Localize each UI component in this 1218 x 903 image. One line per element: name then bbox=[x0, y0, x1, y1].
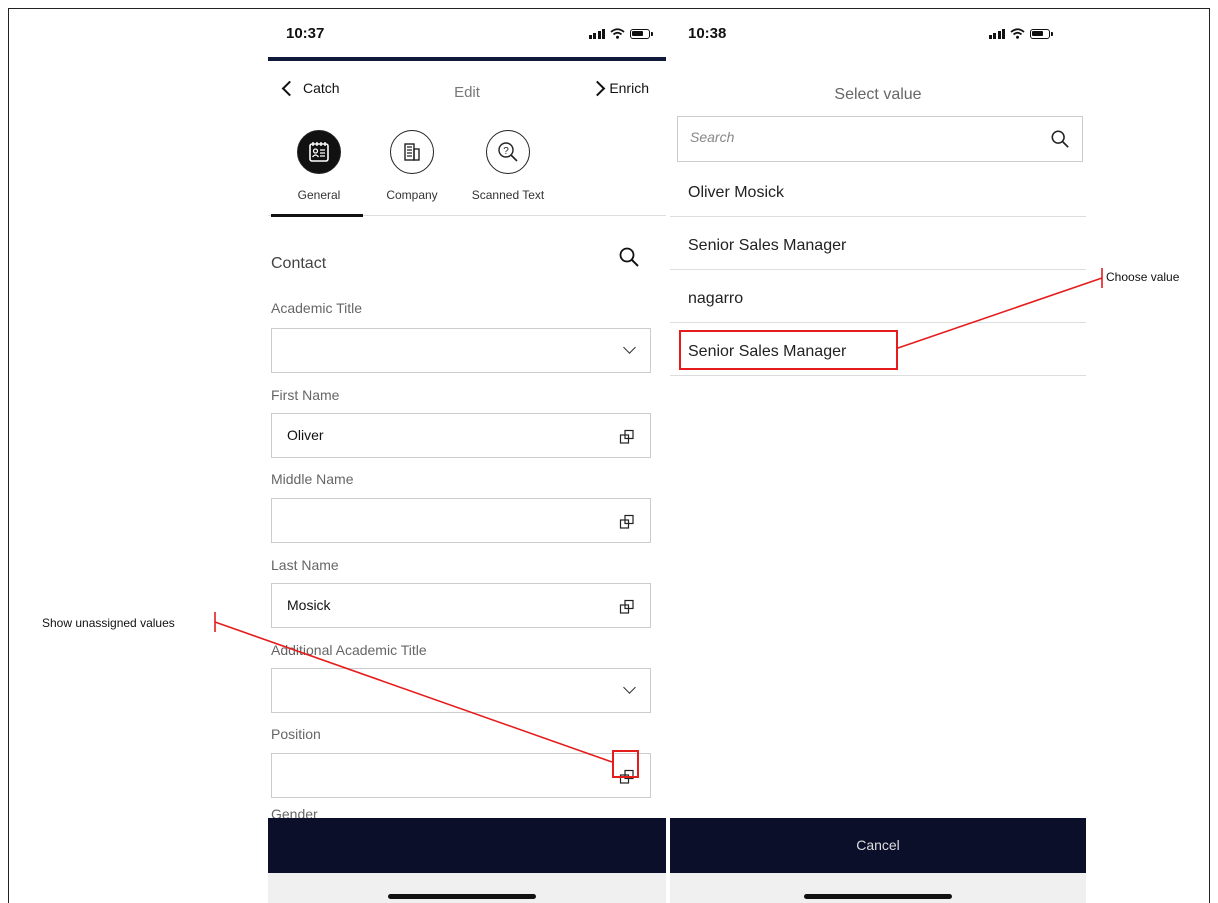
cancel-button[interactable]: Cancel bbox=[670, 818, 1086, 873]
status-time: 10:37 bbox=[286, 25, 325, 42]
magnifier-question-icon: ? bbox=[486, 130, 530, 174]
field-label: Academic Title bbox=[271, 300, 363, 316]
search-icon[interactable] bbox=[618, 246, 640, 273]
tab-label: Company bbox=[386, 188, 438, 202]
list-item[interactable]: Oliver Mosick bbox=[670, 164, 1086, 217]
tab-general[interactable]: General bbox=[271, 130, 367, 202]
chevron-down-icon bbox=[623, 681, 636, 694]
highlight-unassigned-values bbox=[612, 750, 639, 778]
building-icon bbox=[390, 130, 434, 174]
field-label: Middle Name bbox=[271, 471, 354, 487]
active-tab-indicator bbox=[271, 214, 363, 217]
tab-label: Scanned Text bbox=[471, 188, 545, 202]
unassigned-values-icon[interactable] bbox=[616, 596, 638, 618]
home-indicator[interactable] bbox=[388, 894, 536, 899]
battery-icon bbox=[630, 29, 653, 39]
annotation-show-unassigned: Show unassigned values bbox=[42, 616, 175, 630]
additional-academic-title-select[interactable] bbox=[271, 668, 651, 713]
unassigned-values-icon[interactable] bbox=[616, 426, 638, 448]
next-button[interactable]: Enrich bbox=[590, 80, 649, 96]
contact-card-icon bbox=[297, 130, 341, 174]
field-label: Additional Academic Title bbox=[271, 642, 427, 658]
signal-icon bbox=[588, 29, 605, 39]
bottom-toolbar bbox=[268, 818, 666, 873]
annotation-choose-value: Choose value bbox=[1106, 270, 1180, 284]
svg-text:?: ? bbox=[503, 146, 509, 157]
field-value: Oliver bbox=[287, 427, 324, 443]
search-box[interactable] bbox=[677, 116, 1083, 162]
tab-bar: General Company ? Scanned Text bbox=[268, 130, 666, 217]
wifi-icon bbox=[1010, 28, 1025, 39]
tab-company[interactable]: Company bbox=[364, 130, 460, 202]
status-time: 10:38 bbox=[688, 25, 727, 42]
status-icons bbox=[988, 28, 1053, 39]
list-item[interactable]: nagarro bbox=[670, 270, 1086, 323]
select-value-screen: 10:38 Select value Oliver Mosick Senior … bbox=[670, 10, 1086, 903]
page-title: Select value bbox=[834, 86, 922, 103]
field-label: First Name bbox=[271, 387, 340, 403]
field-label: Last Name bbox=[271, 557, 339, 573]
wifi-icon bbox=[610, 28, 625, 39]
chevron-right-icon bbox=[590, 80, 606, 96]
position-field[interactable] bbox=[271, 753, 651, 798]
status-bar: 10:37 bbox=[268, 10, 666, 60]
field-label: Position bbox=[271, 726, 321, 742]
home-indicator[interactable] bbox=[804, 894, 952, 899]
next-label: Enrich bbox=[609, 80, 649, 96]
status-icons bbox=[588, 28, 653, 39]
middle-name-field[interactable] bbox=[271, 498, 651, 543]
nav-bar: Catch Edit Enrich bbox=[268, 62, 666, 118]
academic-title-select[interactable] bbox=[271, 328, 651, 373]
field-value: Mosick bbox=[287, 597, 331, 613]
search-icon[interactable] bbox=[1050, 129, 1070, 154]
list-item[interactable]: Senior Sales Manager bbox=[670, 217, 1086, 270]
section-title: Contact bbox=[271, 255, 327, 272]
signal-icon bbox=[988, 29, 1005, 39]
edit-screen: 10:37 Catch Edit Enrich General Company … bbox=[268, 10, 666, 903]
highlight-choose-value bbox=[679, 330, 898, 370]
chevron-down-icon bbox=[623, 341, 636, 354]
last-name-field[interactable]: Mosick bbox=[271, 583, 651, 628]
header-accent-line bbox=[268, 57, 666, 61]
status-bar: 10:38 bbox=[670, 10, 1086, 60]
battery-icon bbox=[1030, 29, 1053, 39]
unassigned-values-icon[interactable] bbox=[616, 511, 638, 533]
search-input[interactable] bbox=[690, 129, 1010, 145]
tab-scanned-text[interactable]: ? Scanned Text bbox=[460, 130, 556, 202]
first-name-field[interactable]: Oliver bbox=[271, 413, 651, 458]
tab-label: General bbox=[297, 188, 341, 202]
